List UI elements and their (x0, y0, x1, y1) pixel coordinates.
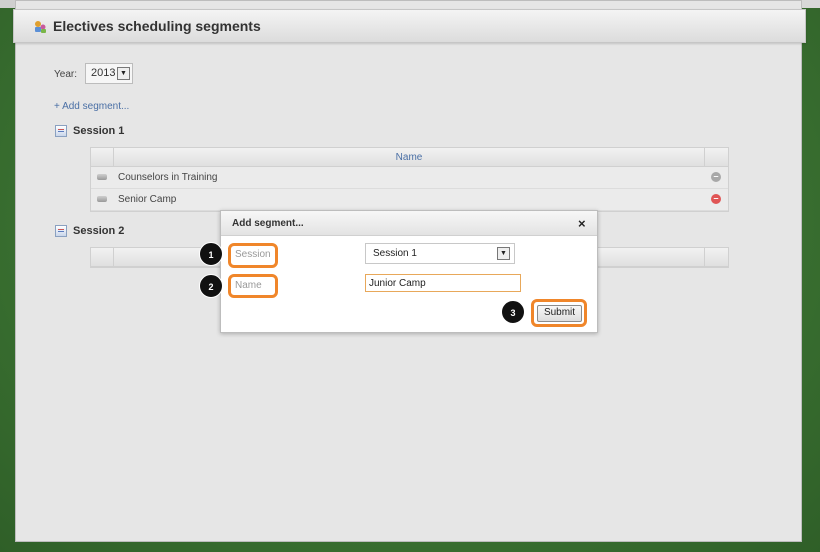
dialog-header: Add segment... × (221, 211, 597, 236)
step-marker: 1 (199, 242, 223, 266)
segment-name: Counselors in Training (118, 172, 218, 183)
drag-handle-icon[interactable] (97, 196, 107, 202)
add-segment-link[interactable]: + Add segment... (54, 101, 129, 112)
session-1-table: Name Counselors in Training – Senior Cam… (90, 147, 729, 212)
submit-button[interactable]: Submit (537, 305, 582, 322)
column-divider (704, 248, 705, 266)
name-column-header[interactable]: Name (114, 152, 704, 163)
column-divider (704, 148, 705, 166)
segment-name: Senior Camp (118, 194, 177, 205)
page-title: Electives scheduling segments (53, 18, 261, 34)
session-select[interactable]: Session 1 ▼ (365, 243, 515, 264)
remove-icon[interactable]: – (711, 194, 721, 204)
session-title: Session 1 (73, 125, 125, 137)
step-marker: 3 (501, 300, 525, 324)
table-header: Name (91, 148, 728, 167)
session-select-value: Session 1 (373, 248, 417, 259)
year-select[interactable]: 2013 ▼ (85, 63, 133, 84)
remove-icon[interactable]: – (711, 172, 721, 182)
close-icon[interactable]: × (578, 216, 586, 231)
step-marker: 2 (199, 274, 223, 298)
chevron-down-icon[interactable]: ▼ (117, 67, 130, 80)
calendar-icon (55, 225, 67, 237)
column-divider (113, 248, 114, 266)
year-label: Year: (54, 69, 77, 80)
table-row: Senior Camp – (91, 189, 728, 211)
name-input[interactable] (365, 274, 521, 292)
add-segment-dialog: Add segment... × Session Session 1 ▼ Nam… (220, 210, 598, 333)
panel-header: Electives scheduling segments (13, 9, 806, 43)
calendar-icon (55, 125, 67, 137)
session-title: Session 2 (73, 225, 125, 237)
highlight-box (228, 243, 278, 268)
highlight-box (228, 274, 278, 298)
elective-segments-icon (33, 20, 47, 34)
frame-corner (800, 0, 820, 8)
chevron-down-icon[interactable]: ▼ (497, 247, 510, 260)
dialog-title: Add segment... (232, 218, 304, 229)
year-value: 2013 (91, 67, 116, 79)
table-row: Counselors in Training – (91, 167, 728, 189)
drag-handle-icon[interactable] (97, 174, 107, 180)
